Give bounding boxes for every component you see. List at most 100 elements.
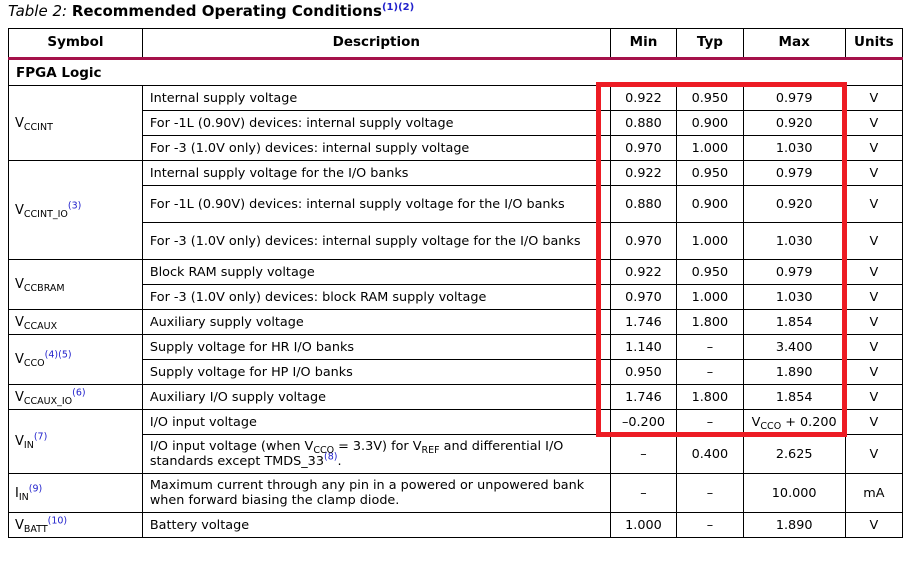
section-label-fpga-logic: FPGA Logic [8, 58, 903, 86]
cell-min: – [609, 473, 678, 513]
table-header-row: Symbol Description Min Typ Max Units [8, 28, 904, 60]
cell-max: 1.030 [742, 284, 846, 310]
cell-max: 0.979 [742, 160, 846, 186]
cell-max: 10.000 [742, 473, 846, 513]
cell-max: 3.400 [742, 334, 846, 360]
desc-part: . [337, 454, 342, 469]
cell-units: V [844, 434, 904, 474]
datasheet-table-page: Table 2: Recommended Operating Condition… [0, 0, 911, 587]
cell-max: 1.890 [742, 512, 846, 538]
table-title-label: Table 2: [8, 2, 68, 20]
section-row-fpga-logic: FPGA Logic [8, 58, 903, 86]
symbol-vccaux-io: VCCAUX_IO(6) [8, 384, 143, 410]
table-row: VCCBRAM Block RAM supply voltage 0.922 0… [8, 259, 904, 310]
table-row: VCCAUX_IO(6) Auxiliary I/O supply voltag… [8, 384, 904, 410]
cell-max: 1.890 [742, 359, 846, 385]
cell-typ: – [676, 512, 744, 538]
column-header-min: Min [609, 28, 678, 60]
cell-units: V [844, 334, 904, 360]
cell-min: –0.200 [609, 409, 678, 435]
cell-description: Auxiliary I/O supply voltage [141, 384, 611, 410]
cell-typ: 0.950 [676, 259, 744, 285]
table-title-footnote-refs: (1)(2) [381, 2, 415, 13]
cell-min: 0.922 [609, 160, 678, 186]
cell-description: For -3 (1.0V only) devices: internal sup… [141, 222, 611, 260]
cell-units: V [844, 309, 904, 335]
symbol-iin: IIN(9) [8, 473, 143, 513]
cell-description: Maximum current through any pin in a pow… [141, 473, 611, 513]
table-row: V CCINT Internal supply voltage 0.922 0.9… [8, 85, 904, 161]
table-row: IIN(9) Maximum current through any pin i… [8, 473, 904, 513]
symbol-subscript: CCAUX [23, 320, 58, 332]
cell-units: V [844, 110, 904, 136]
cell-max: 0.979 [742, 85, 846, 111]
column-header-max: Max [742, 28, 846, 60]
cell-min: – [609, 434, 678, 474]
symbol-subscript: CCINT [23, 121, 53, 133]
symbol-base: V [15, 314, 24, 330]
symbol-footnote-ref: (6) [72, 387, 86, 399]
table-title-text: Recommended Operating Conditions [71, 2, 382, 20]
cell-units: V [844, 185, 904, 223]
table-row: For -1L (0.90V) devices: internal supply… [9, 185, 904, 223]
cell-typ: 0.400 [676, 434, 744, 474]
cell-typ: 1.000 [676, 135, 744, 161]
cell-max: 0.920 [742, 185, 846, 223]
cell-max: 1.854 [742, 309, 846, 335]
cell-min: 1.746 [609, 309, 678, 335]
desc-part: = 3.3V) for V [334, 439, 422, 454]
symbol-subscript: CCO [23, 358, 45, 369]
cell-typ: – [676, 334, 744, 360]
cell-min: 0.922 [609, 259, 678, 285]
symbol-vbatt: VBATT(10) [8, 512, 143, 538]
cell-typ: 1.800 [676, 309, 744, 335]
cell-units: V [844, 160, 904, 186]
table-row: For -3 (1.0V only) devices: internal sup… [9, 135, 904, 161]
cell-description: Internal supply voltage [141, 85, 611, 111]
symbol-footnote-ref: (3) [67, 200, 82, 212]
symbol-base: V [15, 389, 24, 405]
symbol-subscript: IN [23, 440, 34, 451]
symbol-vccint-io: VCCINT_IO(3) [8, 160, 143, 260]
symbol-subscript: BATT [23, 523, 48, 535]
cell-typ: 0.950 [676, 160, 744, 186]
symbol-vccbram: VCCBRAM [8, 259, 143, 310]
symbol-vcco: VCCO(4)(5) [8, 334, 143, 385]
table-row: VCCAUX Auxiliary supply voltage 1.746 1.… [8, 309, 904, 335]
cell-units: mA [844, 473, 904, 513]
cell-max: 2.625 [742, 434, 846, 474]
cell-max: 1.030 [742, 135, 846, 161]
table-row: For -3 (1.0V only) devices: block RAM su… [9, 284, 904, 310]
cell-min: 0.970 [609, 135, 678, 161]
cell-max: 1.854 [742, 384, 846, 410]
cell-units: V [844, 359, 904, 385]
column-header-description: Description [141, 28, 611, 60]
symbol-footnote-ref: (4)(5) [44, 349, 72, 361]
desc-part: I/O input voltage (when V [149, 439, 314, 454]
column-header-typ: Typ [676, 28, 744, 60]
symbol-footnote-ref: (9) [28, 483, 43, 495]
cell-max: 0.979 [742, 259, 846, 285]
cell-min: 0.970 [609, 222, 678, 260]
cell-description: For -3 (1.0V only) devices: internal sup… [141, 135, 611, 161]
cell-max: 1.030 [742, 222, 846, 260]
cell-typ: 1.800 [676, 384, 744, 410]
cell-typ: 0.900 [676, 110, 744, 136]
cell-description: Auxiliary supply voltage [141, 309, 611, 335]
cell-units: V [844, 259, 904, 285]
desc-subscript: CCO [313, 445, 335, 456]
cell-min: 0.922 [609, 85, 678, 111]
cell-min: 1.746 [609, 384, 678, 410]
symbol-vccaux: VCCAUX [8, 309, 143, 335]
cell-min: 0.880 [609, 185, 678, 223]
cell-description: Internal supply voltage for the I/O bank… [141, 160, 611, 186]
cell-description: I/O input voltage (when VCCO = 3.3V) for… [141, 434, 611, 474]
cell-typ: 1.000 [676, 284, 744, 310]
symbol-subscript: IN [18, 491, 29, 503]
table-row: VBATT(10) Battery voltage 1.000 – 1.890 … [8, 512, 904, 538]
cell-min: 1.140 [609, 334, 678, 360]
symbol-subscript: CCINT_IO [23, 208, 68, 220]
cell-min: 0.950 [609, 359, 678, 385]
table-row: Supply voltage for HP I/O banks 0.950 – … [9, 359, 904, 385]
cell-max: VCCO + 0.200 [742, 409, 846, 435]
